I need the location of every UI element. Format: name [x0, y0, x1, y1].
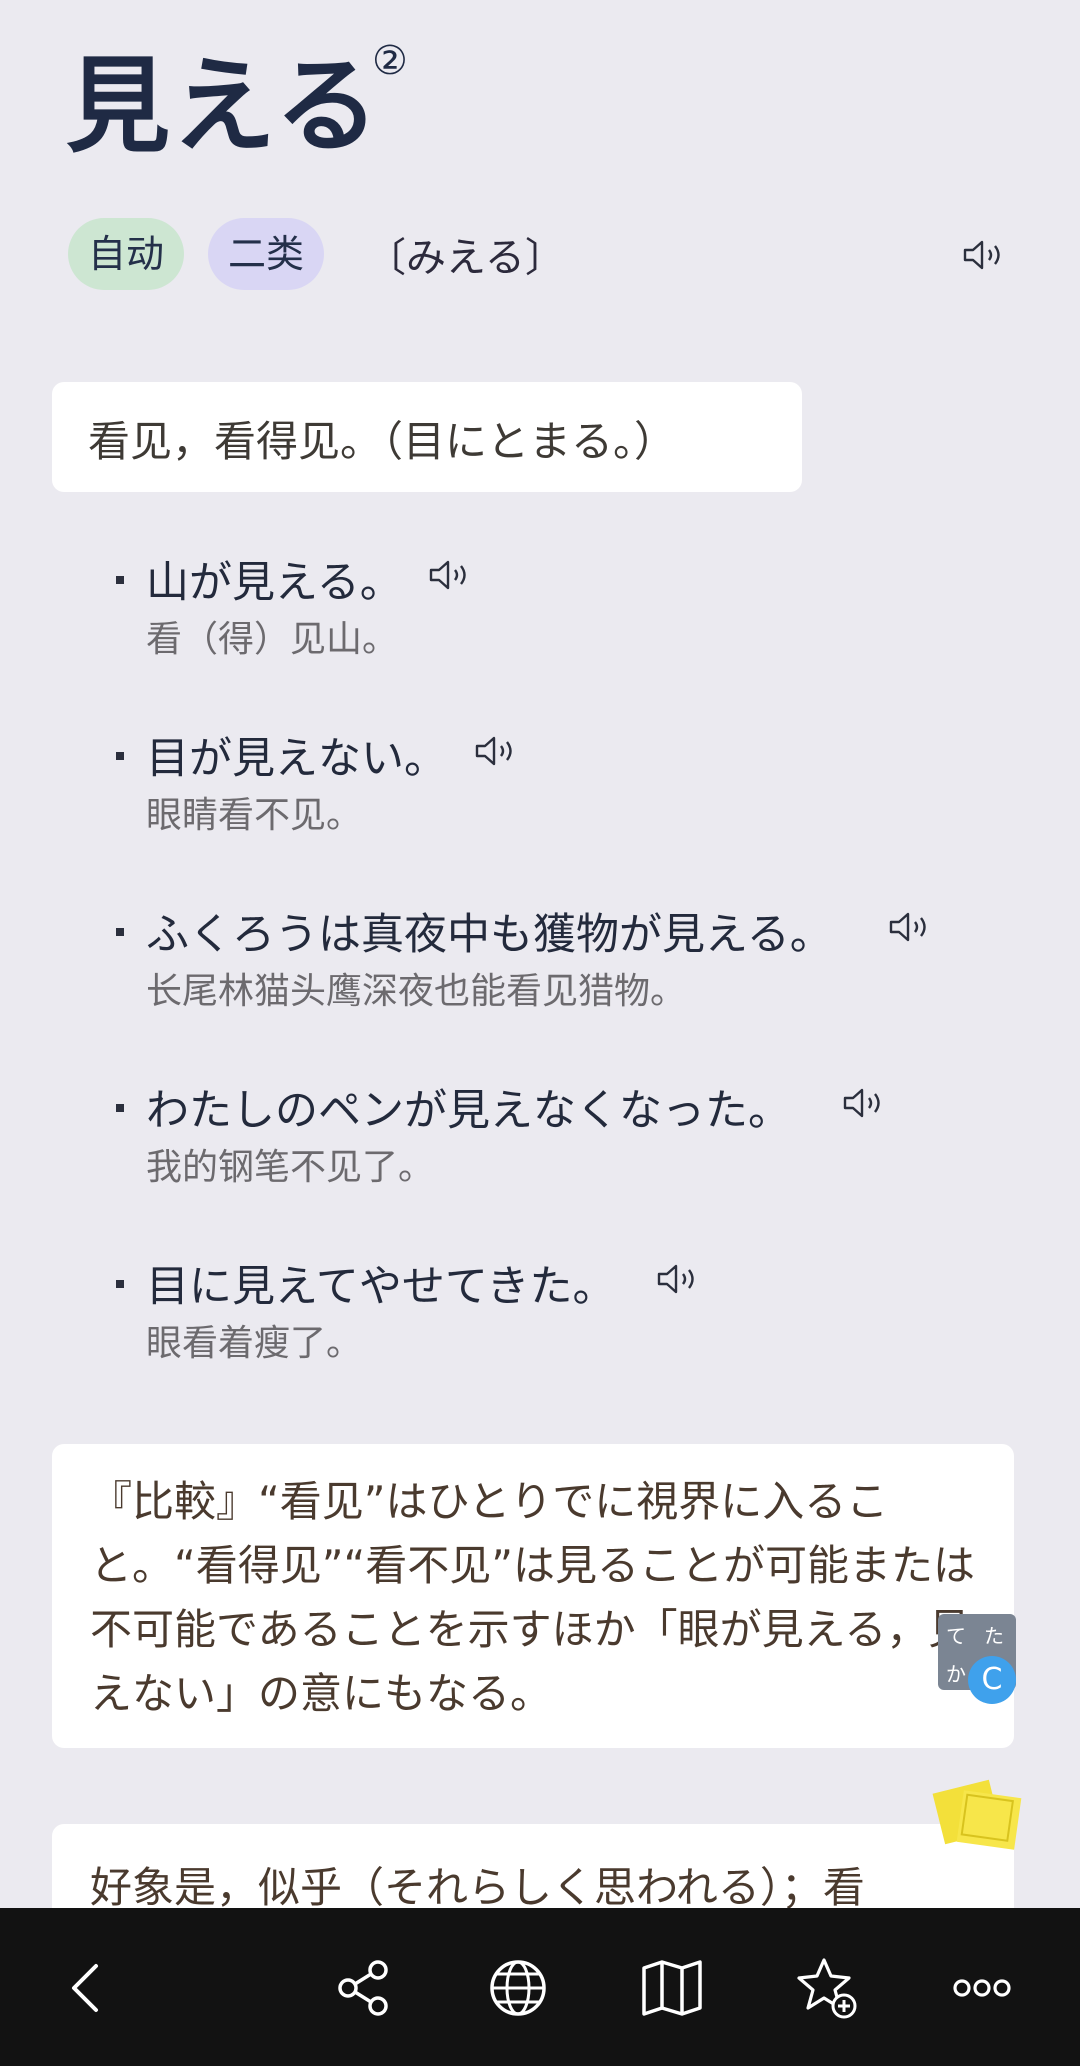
homograph-number: ②: [372, 38, 408, 84]
example-japanese: 目に見えてやせてきた。: [146, 1262, 616, 1312]
map-icon[interactable]: [640, 1956, 704, 2020]
speaker-icon[interactable]: [842, 1086, 888, 1120]
sticky-note-icon[interactable]: [930, 1776, 1026, 1856]
bullet: [116, 1104, 124, 1112]
reading: 〔みえる〕: [366, 235, 565, 281]
ime-key: た: [984, 1624, 1004, 1648]
example-japanese: ふくろうは真夜中も獲物が見える。: [146, 910, 833, 960]
second-definition-text: 好象是，似乎（それらしく思われる）；看: [90, 1863, 865, 1912]
speaker-icon[interactable]: [428, 558, 474, 592]
headword: 見える: [66, 44, 381, 167]
example-japanese: わたしのペンが見えなくなった。: [146, 1086, 791, 1136]
globe-icon[interactable]: [486, 1956, 550, 2020]
entry-tags: 自动 二类 〔みえる〕: [68, 218, 565, 290]
example-japanese: 目が見えない。: [146, 734, 447, 784]
bullet: [116, 576, 124, 584]
example-japanese: 山が見える。: [146, 558, 403, 608]
share-icon[interactable]: [332, 1956, 396, 2020]
speaker-icon[interactable]: [962, 238, 1008, 272]
example-chinese: 看（得）见山。: [146, 619, 399, 660]
ime-badge: C: [968, 1656, 1016, 1704]
bullet: [116, 752, 124, 760]
ime-floating-widget[interactable]: て た か C: [938, 1614, 1016, 1704]
back-icon[interactable]: [56, 1956, 120, 2020]
speaker-icon[interactable]: [656, 1262, 702, 1296]
bullet: [116, 928, 124, 936]
conjugation-tag: 二类: [208, 218, 325, 290]
ime-key: て: [946, 1624, 966, 1648]
comparison-note-card: 『比較』“看见”はひとりでに視界に入ること。“看得见”“看不见”は見ることが可能…: [52, 1444, 1014, 1748]
bottom-toolbar: [0, 1908, 1080, 2066]
example-chinese: 我的钢笔不见了。: [146, 1147, 435, 1188]
part-of-speech-tag: 自动: [68, 218, 185, 290]
more-icon[interactable]: [950, 1956, 1014, 2020]
example-chinese: 长尾林猫头鹰深夜也能看见猎物。: [146, 971, 687, 1012]
speaker-icon[interactable]: [474, 734, 520, 768]
definition-card: 看见，看得见。（目にとまる。）: [52, 382, 802, 492]
comparison-note-text: 『比較』“看见”はひとりでに視界に入ること。“看得见”“看不见”は見ることが可能…: [90, 1477, 976, 1718]
example-chinese: 眼看着瘦了。: [146, 1323, 363, 1364]
speaker-icon[interactable]: [888, 910, 934, 944]
bullet: [116, 1280, 124, 1288]
definition-text: 看见，看得见。（目にとまる。）: [88, 417, 677, 466]
favorite-add-icon[interactable]: [794, 1956, 858, 2020]
ime-key: か: [946, 1662, 966, 1686]
dictionary-page: 見える ② 自动 二类 〔みえる〕 看见，看得见。（目にとまる。） 山が見える。…: [0, 0, 1080, 2066]
example-chinese: 眼睛看不见。: [146, 795, 363, 836]
